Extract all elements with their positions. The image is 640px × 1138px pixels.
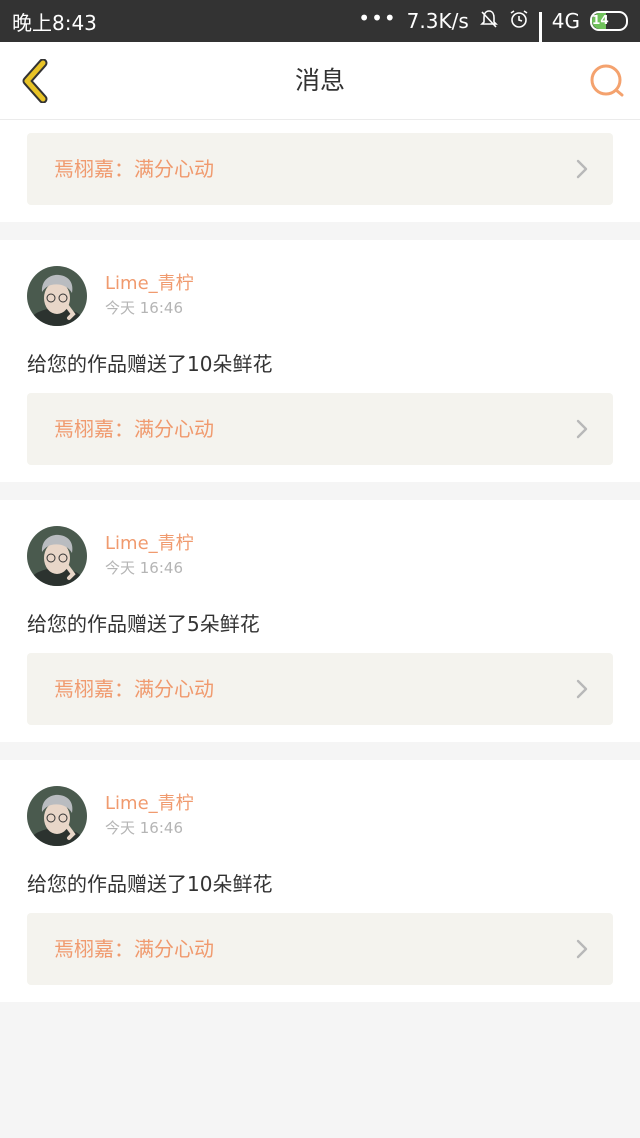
notification-card: Lime_青柠 今天 16:46 给您的作品赠送了5朵鲜花 焉栩嘉：满分心动 [0, 120, 640, 222]
notification-message: 给您的作品赠送了10朵鲜花 [27, 872, 273, 896]
notification-card: Lime_青柠 今天 16:46 给您的作品赠送了5朵鲜花 焉栩嘉：满分心动 [0, 500, 640, 742]
timestamp: 今天 16:46 [105, 559, 183, 577]
work-link[interactable]: 焉栩嘉：满分心动 [27, 393, 613, 465]
status-time: 晚上8:43 [12, 10, 97, 35]
notification-list[interactable]: Lime_青柠 今天 16:46 给您的作品赠送了5朵鲜花 焉栩嘉：满分心动 L… [0, 120, 640, 1138]
notification-message: 给您的作品赠送了5朵鲜花 [27, 612, 260, 636]
network-speed: 7.3K/s [406, 9, 469, 33]
page-title: 消息 [294, 66, 345, 95]
battery-level: 14 [592, 13, 609, 27]
network-type: 4G [551, 9, 580, 33]
work-title: 焉栩嘉：满分心动 [54, 937, 214, 961]
username[interactable]: Lime_青柠 [105, 789, 194, 815]
battery-icon: 14 [590, 11, 628, 31]
status-indicators: ••• 7.3K/s 4G 14 [358, 6, 628, 60]
timestamp: 今天 16:46 [105, 299, 183, 317]
notification-card: Lime_青柠 今天 16:46 给您的作品赠送了10朵鲜花 焉栩嘉：满分心动 [0, 760, 640, 1002]
work-title: 焉栩嘉：满分心动 [54, 677, 214, 701]
work-title: 焉栩嘉：满分心动 [54, 417, 214, 441]
notification-message: 给您的作品赠送了10朵鲜花 [27, 352, 273, 376]
status-bar: 晚上8:43 ••• 7.3K/s 4G 14 [0, 0, 640, 60]
avatar[interactable] [27, 266, 87, 326]
timestamp: 今天 16:46 [105, 819, 183, 837]
chevron-right-icon [576, 679, 588, 699]
work-link[interactable]: 焉栩嘉：满分心动 [27, 653, 613, 725]
username[interactable]: Lime_青柠 [105, 529, 194, 555]
notification-card: Lime_青柠 今天 16:46 给您的作品赠送了10朵鲜花 焉栩嘉：满分心动 [0, 240, 640, 482]
username[interactable]: Lime_青柠 [105, 269, 194, 295]
search-button[interactable] [588, 62, 626, 100]
status-dots: ••• [358, 6, 397, 30]
work-link[interactable]: 焉栩嘉：满分心动 [27, 133, 613, 205]
navigation-bar: 消息 [0, 42, 640, 120]
avatar[interactable] [27, 786, 87, 846]
chevron-right-icon [576, 939, 588, 959]
signal-strength-icon [538, 12, 542, 60]
alarm-clock-icon [509, 9, 529, 34]
work-title: 焉栩嘉：满分心动 [54, 157, 214, 181]
work-link[interactable]: 焉栩嘉：满分心动 [27, 913, 613, 985]
chevron-right-icon [576, 419, 588, 439]
mute-bell-icon [479, 9, 499, 34]
avatar[interactable] [27, 526, 87, 586]
chevron-right-icon [576, 159, 588, 179]
search-icon [590, 64, 624, 97]
